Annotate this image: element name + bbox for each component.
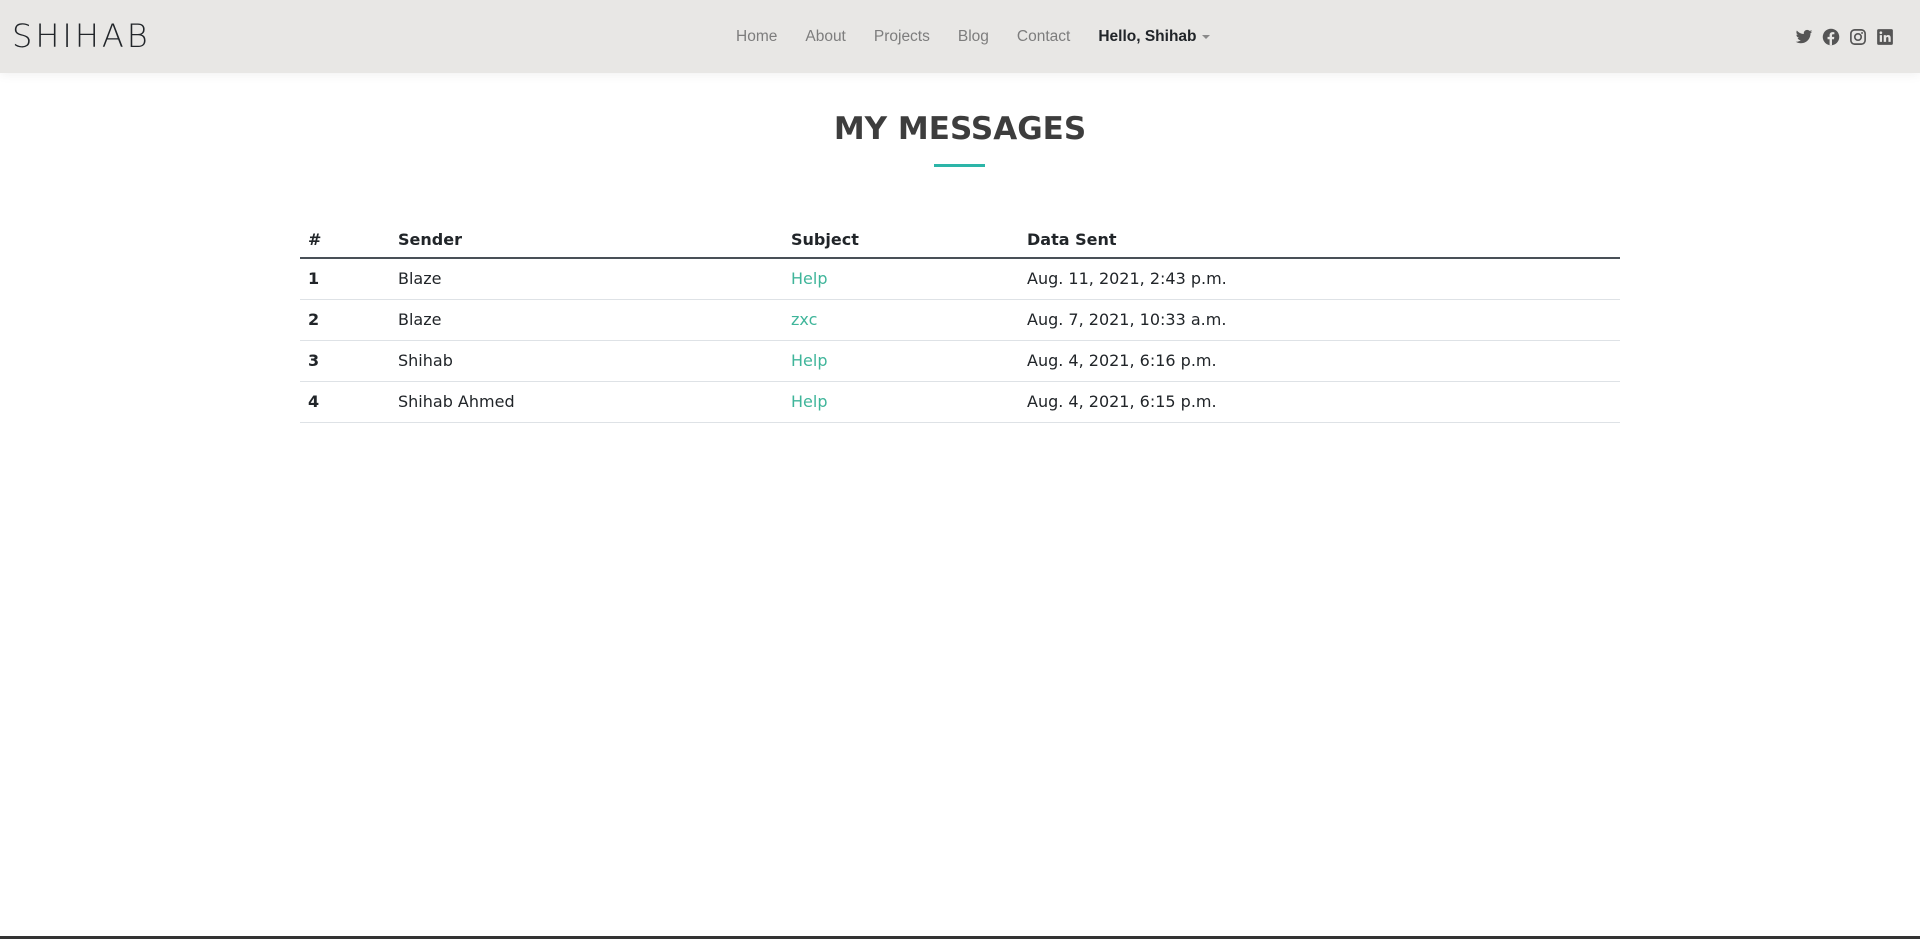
row-sender: Blaze (390, 258, 783, 300)
row-number: 2 (300, 299, 390, 341)
subject-link[interactable]: Help (791, 351, 827, 370)
instagram-icon[interactable] (1849, 28, 1867, 46)
facebook-icon[interactable] (1822, 28, 1840, 46)
table-row: 1 Blaze Help Aug. 11, 2021, 2:43 p.m. (300, 258, 1620, 300)
nav-links: Home About Projects Blog Contact Hello, … (736, 25, 1210, 49)
twitter-icon[interactable] (1795, 28, 1813, 46)
column-header-subject: Subject (783, 222, 1019, 259)
column-header-date-sent: Data Sent (1019, 222, 1620, 259)
table-row: 3 Shihab Help Aug. 4, 2021, 6:16 p.m. (300, 340, 1620, 382)
table-row: 2 Blaze zxc Aug. 7, 2021, 10:33 a.m. (300, 299, 1620, 341)
page-title: MY MESSAGES (833, 111, 1087, 147)
row-subject-cell: Help (783, 340, 1019, 382)
row-number: 1 (300, 258, 390, 300)
row-subject-cell: zxc (783, 299, 1019, 341)
table-header-row: # Sender Subject Data Sent (300, 222, 1620, 259)
nav-link-home[interactable]: Home (736, 25, 777, 49)
nav-link-about[interactable]: About (805, 25, 846, 49)
row-sender: Blaze (390, 299, 783, 341)
row-date-sent: Aug. 7, 2021, 10:33 a.m. (1019, 299, 1620, 341)
title-underline (934, 164, 985, 167)
row-date-sent: Aug. 4, 2021, 6:15 p.m. (1019, 381, 1620, 423)
column-header-number: # (300, 222, 390, 259)
nav-link-blog[interactable]: Blog (958, 25, 989, 49)
column-header-sender: Sender (390, 222, 783, 259)
row-date-sent: Aug. 11, 2021, 2:43 p.m. (1019, 258, 1620, 300)
row-date-sent: Aug. 4, 2021, 6:16 p.m. (1019, 340, 1620, 382)
user-menu-label: Hello, Shihab (1098, 28, 1197, 45)
row-subject-cell: Help (783, 381, 1019, 423)
nav-link-projects[interactable]: Projects (874, 25, 930, 49)
row-sender: Shihab (390, 340, 783, 382)
nav-link-contact[interactable]: Contact (1017, 25, 1070, 49)
top-navbar: SHIHAB Home About Projects Blog Contact … (0, 0, 1920, 73)
subject-link[interactable]: zxc (791, 310, 817, 329)
messages-table: # Sender Subject Data Sent 1 Blaze Help … (300, 222, 1620, 423)
linkedin-icon[interactable] (1876, 28, 1894, 46)
row-number: 4 (300, 381, 390, 423)
caret-down-icon (1201, 35, 1210, 39)
user-menu-dropdown[interactable]: Hello, Shihab (1098, 25, 1210, 49)
row-subject-cell: Help (783, 258, 1019, 300)
subject-link[interactable]: Help (791, 392, 827, 411)
table-row: 4 Shihab Ahmed Help Aug. 4, 2021, 6:15 p… (300, 381, 1620, 423)
subject-link[interactable]: Help (791, 269, 827, 288)
brand-logo[interactable]: SHIHAB (12, 17, 151, 55)
social-links (1786, 28, 1894, 46)
row-sender: Shihab Ahmed (390, 381, 783, 423)
row-number: 3 (300, 340, 390, 382)
